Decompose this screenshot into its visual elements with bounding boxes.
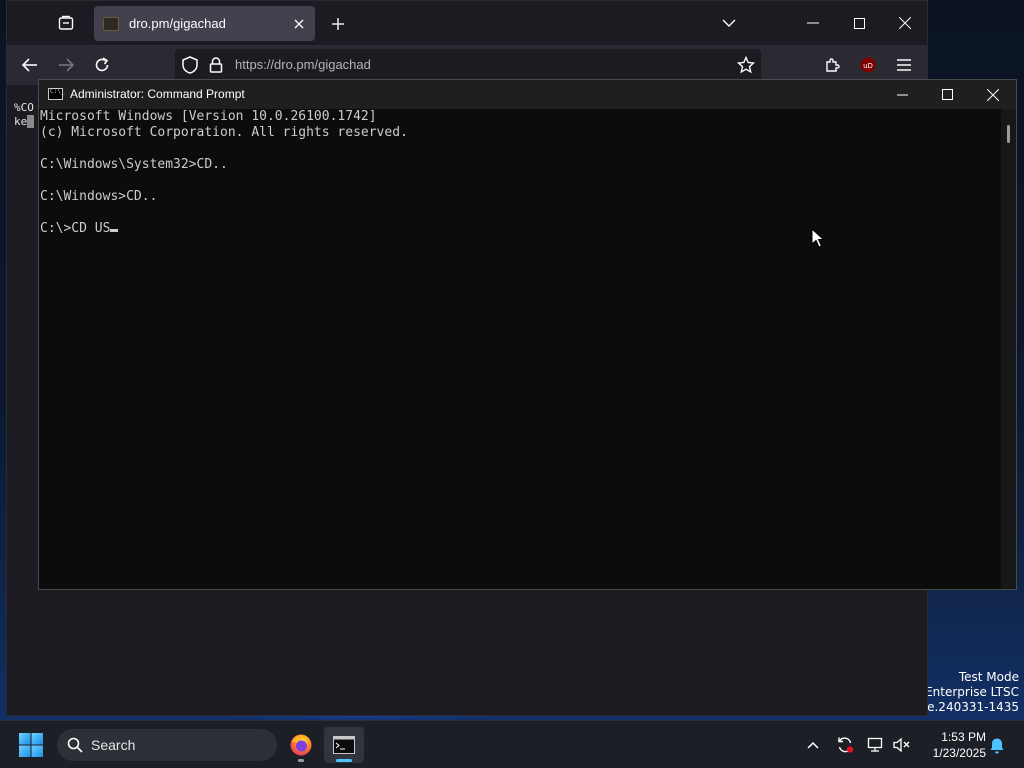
site-favicon-icon [103, 16, 119, 31]
url-text: https://dro.pm/gigachad [235, 57, 371, 72]
page-text-line-1: %CO [14, 101, 34, 114]
reload-icon[interactable] [87, 51, 117, 79]
tab-title: dro.pm/gigachad [129, 16, 226, 31]
console-line: (c) Microsoft Corporation. All rights re… [40, 125, 408, 140]
cmd-minimize-icon[interactable] [879, 80, 925, 109]
taskbar: Search 1:53 PM 1/23/2025 [0, 720, 1024, 768]
search-icon [67, 737, 83, 753]
clock-time: 1:53 PM [941, 730, 986, 744]
console-current-input: C:\>CD US [40, 221, 111, 236]
running-indicator [298, 759, 304, 762]
cmd-window-title: Administrator: Command Prompt [70, 87, 245, 101]
close-tab-icon[interactable] [289, 14, 309, 34]
show-hidden-icons-chevron-up-icon[interactable] [803, 735, 823, 755]
taskbar-firefox-button[interactable] [281, 727, 321, 763]
command-prompt-window: Administrator: Command Prompt Microsoft … [38, 79, 1017, 590]
cmd-close-icon[interactable] [970, 80, 1016, 109]
svg-text:uD: uD [863, 62, 873, 70]
notification-bell-icon[interactable] [987, 735, 1007, 755]
console-output[interactable]: Microsoft Windows [Version 10.0.26100.17… [39, 109, 1001, 589]
command-prompt-icon [48, 88, 64, 100]
hamburger-menu-icon[interactable] [889, 51, 919, 79]
text-selection [27, 115, 34, 128]
lock-icon[interactable] [207, 56, 225, 74]
new-tab-icon[interactable] [325, 11, 351, 37]
ublock-origin-icon[interactable]: uD [853, 51, 883, 79]
list-all-tabs-chevron-down-icon[interactable] [717, 13, 741, 33]
clock-date: 1/23/2025 [932, 746, 986, 760]
console-line: C:\Windows\System32>CD.. [40, 157, 228, 172]
cmd-maximize-icon[interactable] [924, 80, 970, 109]
taskbar-search-box[interactable]: Search [57, 729, 277, 761]
console-line: C:\Windows>CD.. [40, 189, 158, 204]
address-bar[interactable]: https://dro.pm/gigachad [175, 49, 761, 81]
system-clock[interactable]: 1:53 PM 1/23/2025 [918, 729, 986, 761]
cmd-title-bar[interactable]: Administrator: Command Prompt [39, 80, 1016, 109]
tracking-protection-shield-icon[interactable] [181, 56, 199, 74]
taskbar-command-prompt-button[interactable] [324, 727, 364, 763]
windows-update-sync-icon[interactable] [835, 735, 855, 755]
firefox-icon [290, 734, 312, 756]
network-ethernet-icon[interactable] [866, 735, 886, 755]
minimize-icon[interactable] [791, 7, 835, 39]
page-text-fragment: %CO ke [14, 101, 34, 129]
cmd-scrollbar-thumb[interactable] [1007, 125, 1010, 143]
console-input-line[interactable]: C:\>CD US [39, 221, 1001, 237]
search-label: Search [91, 737, 136, 753]
forward-arrow-icon[interactable] [51, 51, 81, 79]
windows-start-icon[interactable] [18, 732, 44, 758]
back-arrow-icon[interactable] [15, 51, 45, 79]
page-text-line-2: ke [14, 115, 34, 129]
text-cursor [110, 229, 119, 232]
tab-dro-pm[interactable]: dro.pm/gigachad [94, 6, 315, 41]
firefox-view-icon[interactable] [51, 9, 81, 37]
tab-bar: dro.pm/gigachad [7, 1, 927, 45]
cmd-scrollbar[interactable] [1001, 109, 1016, 589]
active-indicator [336, 759, 352, 762]
bookmark-star-icon[interactable] [737, 56, 755, 74]
page-text-line-2-text: ke [14, 115, 28, 128]
volume-muted-icon[interactable] [892, 735, 912, 755]
close-icon[interactable] [883, 7, 927, 39]
terminal-icon [333, 736, 355, 754]
maximize-icon[interactable] [837, 7, 881, 39]
extensions-puzzle-icon[interactable] [817, 51, 847, 79]
console-line: Microsoft Windows [Version 10.0.26100.17… [40, 109, 377, 124]
mouse-pointer-icon [811, 228, 825, 248]
